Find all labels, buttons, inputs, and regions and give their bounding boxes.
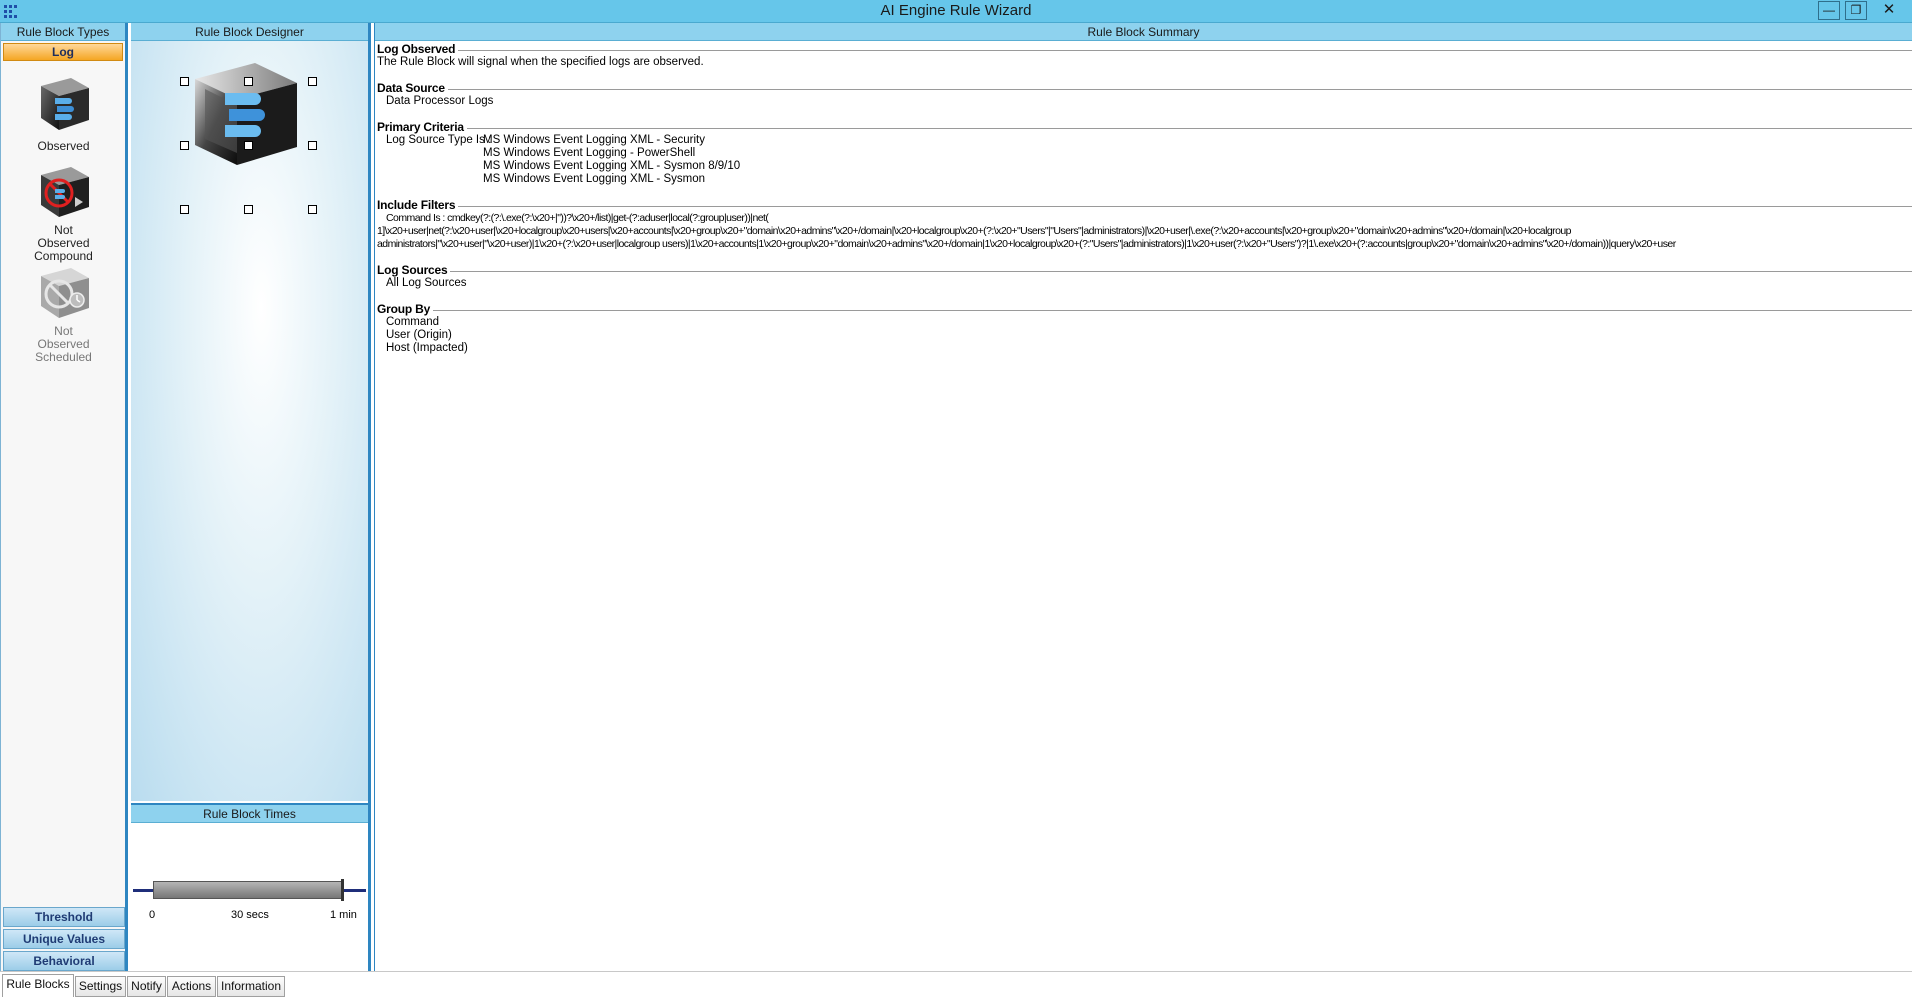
section-title: Include Filters [377,198,459,212]
criteria-value: MS Windows Event Logging - PowerShell [483,147,696,159]
section-title: Group By [377,302,434,316]
tab-rule-blocks[interactable]: Rule Blocks [2,974,74,997]
behavioral-tab[interactable]: Behavioral [3,951,125,971]
threshold-tab[interactable]: Threshold [3,907,125,927]
title-bar: AI Engine Rule Wizard — ❐ ✕ [0,0,1912,23]
section-title: Log Sources [377,263,451,277]
tab-settings[interactable]: Settings [75,976,126,997]
resize-handle[interactable] [180,205,189,214]
rule-block-types-panel: Rule Block Types Log Observed Not Observ… [0,23,128,971]
primary-criteria-section: Primary Criteria Log Source Type Is : MS… [377,120,1912,186]
rule-block-summary-panel: Rule Block Summary Log Observed The Rule… [374,23,1912,971]
designer-canvas[interactable] [131,41,368,801]
rule-block-times-panel: Rule Block Times 0 30 secs 1 min [131,803,371,971]
window-title: AI Engine Rule Wizard [880,2,1032,19]
tick-label: 0 [149,909,156,921]
section-text: Data Processor Logs [386,95,494,107]
not-observed-compound-icon [40,167,89,217]
resize-handle[interactable] [308,205,317,214]
section-title: Primary Criteria [377,120,467,134]
observed-cube-icon [40,78,89,130]
criteria-value: MS Windows Event Logging XML - Sysmon 8/… [483,160,741,172]
resize-handle[interactable] [244,77,253,86]
resize-handle[interactable] [244,141,253,150]
block-category-tabs: Threshold Unique Values Behavioral [3,907,125,973]
rule-block-times-header: Rule Block Times [131,805,368,823]
section-title: Data Source [377,81,448,95]
block-type-observed[interactable]: Observed [1,72,126,153]
section-text: The Rule Block will signal when the spec… [377,56,704,68]
tab-information[interactable]: Information [217,976,285,997]
group-by-item: User (Origin) [386,329,452,341]
block-type-label: Observed [37,139,90,153]
time-window-handle[interactable] [341,879,344,901]
group-by-item: Command [386,316,440,328]
tab-actions[interactable]: Actions [167,976,216,997]
group-by-section: Group By Command User (Origin) Host (Imp… [377,302,1912,355]
wizard-tabs: Rule Blocks Settings Notify Actions Info… [0,971,1912,1004]
block-type-not-observed-compound[interactable]: Not Observed Compound [1,163,126,263]
log-observed-section: Log Observed The Rule Block will signal … [377,42,1912,69]
close-button[interactable]: ✕ [1878,1,1900,20]
resize-handle[interactable] [180,141,189,150]
rule-block-designer-header: Rule Block Designer [131,23,368,41]
section-title: Log Observed [377,42,459,56]
section-text: All Log Sources [386,277,467,289]
include-filters-section: Include Filters Command Is : cmdkey(?:(?… [377,198,1912,251]
unique-values-tab[interactable]: Unique Values [3,929,125,949]
criteria-value: MS Windows Event Logging XML - Sysmon [483,173,705,185]
rule-block-cube-icon[interactable] [185,53,305,173]
data-source-section: Data Source Data Processor Logs [377,81,1912,108]
block-type-label: Not Observed Scheduled [35,324,92,364]
minimize-button[interactable]: — [1818,1,1840,20]
resize-handle[interactable] [308,77,317,86]
log-sources-section: Log Sources All Log Sources [377,263,1912,290]
tick-label: 1 min [330,909,357,921]
criteria-value: MS Windows Event Logging XML - Security [483,134,705,146]
resize-handle[interactable] [180,77,189,86]
tab-notify[interactable]: Notify [127,976,166,997]
group-by-item: Host (Impacted) [386,342,468,354]
resize-handle[interactable] [308,141,317,150]
resize-handle[interactable] [244,205,253,214]
rule-block-types-header: Rule Block Types [1,23,125,41]
rule-block-summary-header: Rule Block Summary [375,23,1912,41]
block-type-label: Not Observed Compound [34,223,93,263]
filter-text: 1]\x20+user|net(?:\x20+user|\x20+localgr… [377,225,1572,237]
not-observed-scheduled-icon [40,268,89,318]
tick-label: 30 secs [231,909,269,921]
rule-block-designer-panel: Rule Block Designer [131,23,371,803]
filter-text: Command Is : cmdkey(?:(?:\.exe(?:\x20+|"… [386,212,769,224]
maximize-button[interactable]: ❐ [1845,1,1867,20]
filter-text: administrators|"\x20+user|"\x20+user)|1\… [377,238,1676,250]
block-type-not-observed-scheduled[interactable]: Not Observed Scheduled [1,264,126,364]
time-window-bar[interactable] [153,881,343,899]
log-tab[interactable]: Log [3,43,123,61]
criteria-label: Log Source Type Is : [386,134,492,146]
